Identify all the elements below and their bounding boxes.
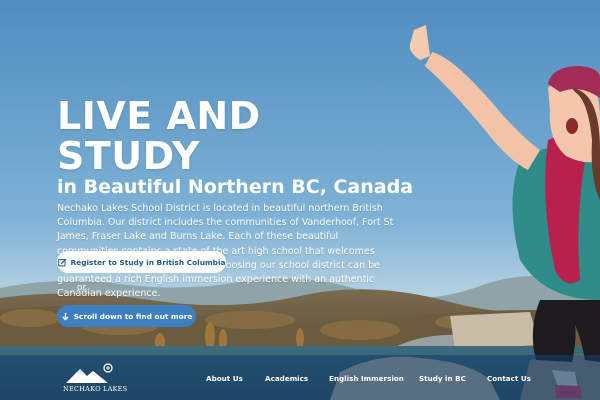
nav-english-immersion[interactable]: English Immersion [329,374,404,383]
nav-about-us[interactable]: About Us [206,374,243,383]
scroll-down-button[interactable]: Scroll down to find out more [57,305,196,327]
nav-study-in-bc[interactable]: Study in BC [419,374,466,383]
register-button-label: Register to Study in British Columbia [70,257,226,267]
or-separator: or [77,283,87,293]
scroll-down-button-label: Scroll down to find out more [73,311,193,321]
nav-contact-us[interactable]: Contact Us [487,374,531,383]
register-button[interactable]: Register to Study in British Columbia [57,251,226,273]
nav-academics[interactable]: Academics [265,374,308,383]
logo-wordmark: NECHAKO LAKES [63,385,128,393]
arrow-down-icon [61,312,69,321]
edit-icon [57,258,66,266]
hero-subtitle: in Beautiful Northern BC, Canada [57,176,414,198]
hero-title: LIVE AND STUDY [57,94,261,178]
